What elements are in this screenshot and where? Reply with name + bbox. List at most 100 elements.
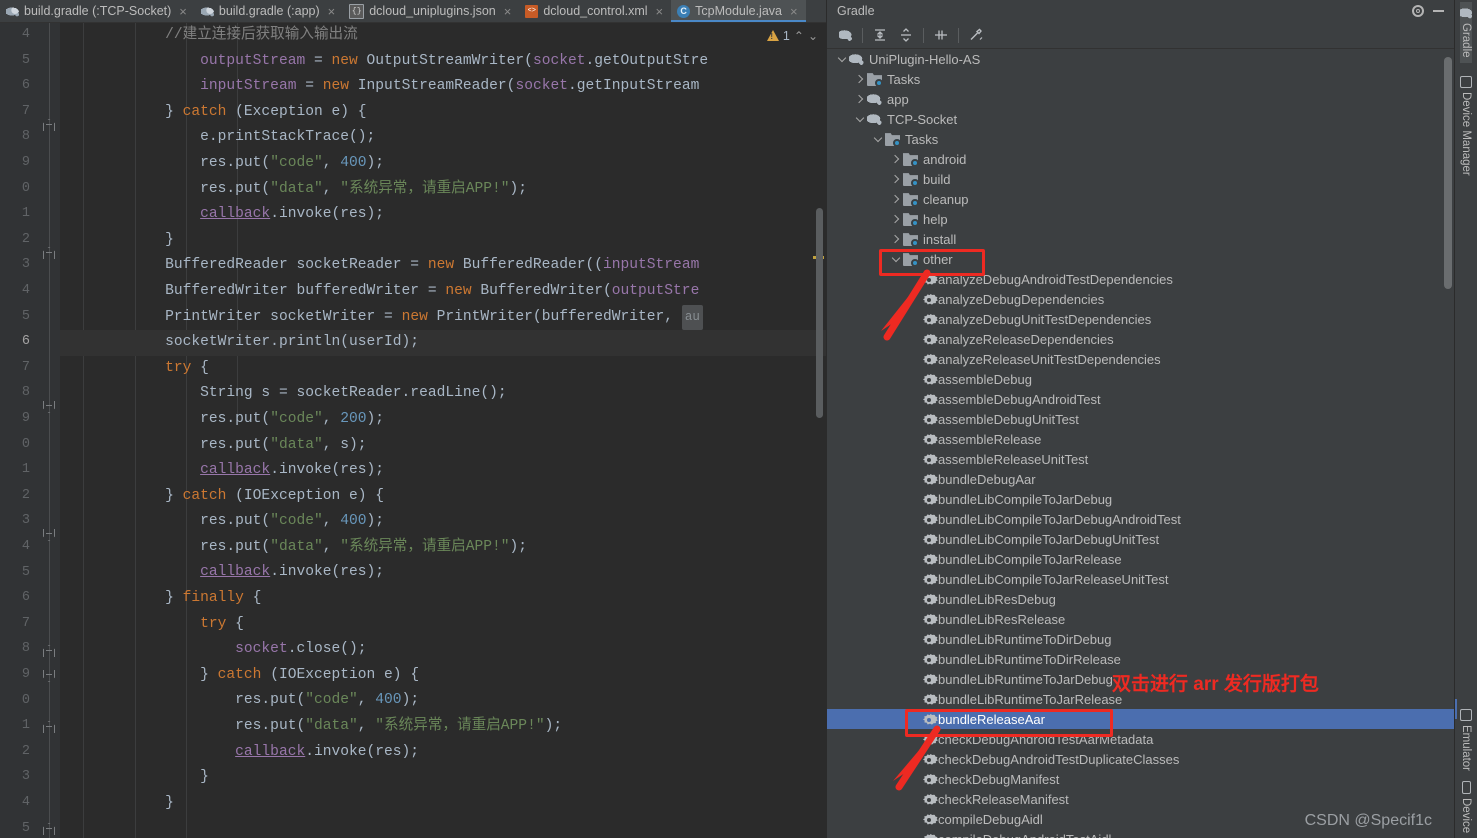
- gradle-tree-item-assemblerelease[interactable]: assembleRelease: [827, 429, 1454, 449]
- fold-marker[interactable]: [43, 823, 56, 836]
- chevron-right-icon[interactable]: [889, 236, 903, 242]
- previous-problem-icon[interactable]: ⌃: [794, 29, 804, 43]
- tool-tab-emulator[interactable]: Emulator: [1460, 704, 1472, 776]
- chevron-right-icon[interactable]: [853, 96, 867, 102]
- code-line: }: [165, 794, 174, 811]
- chevron-right-icon[interactable]: [889, 156, 903, 162]
- chevron-down-icon[interactable]: [835, 58, 849, 61]
- code-area[interactable]: //建立连接后获取输入输出流 outputStream = new Output…: [60, 23, 826, 838]
- gradle-tree-item-other[interactable]: other: [827, 249, 1454, 269]
- gradle-tree-item-checkreleasemanifest[interactable]: checkReleaseManifest: [827, 789, 1454, 809]
- gradle-tree-item-bundlelibruntimetodirrelease[interactable]: bundleLibRuntimeToDirRelease: [827, 649, 1454, 669]
- gradle-tree-item-analyzedebugunittestdependencies[interactable]: analyzeDebugUnitTestDependencies: [827, 309, 1454, 329]
- tool-tab-device-manager[interactable]: Device Manager: [1460, 71, 1472, 181]
- close-icon[interactable]: ×: [504, 4, 512, 19]
- gradle-tree-item-analyzereleasedependencies[interactable]: analyzeReleaseDependencies: [827, 329, 1454, 349]
- gradle-tree-item-analyzedebugandroidtestdependencies[interactable]: analyzeDebugAndroidTestDependencies: [827, 269, 1454, 289]
- gradle-tree-item-android[interactable]: android: [827, 149, 1454, 169]
- gradle-tree-item-bundlelibcompiletojardebugunittest[interactable]: bundleLibCompileToJarDebugUnitTest: [827, 529, 1454, 549]
- gradle-tree-item-bundlereleaseaar[interactable]: bundleReleaseAar: [827, 709, 1454, 729]
- build-tool-settings-button[interactable]: [964, 24, 988, 46]
- gradle-tree-item-tasks[interactable]: Tasks: [827, 69, 1454, 89]
- editor-scrollbar[interactable]: [816, 208, 823, 418]
- gradle-tree-item-tasks[interactable]: Tasks: [827, 129, 1454, 149]
- line-number: 1: [21, 718, 30, 734]
- gradle-tree-item-analyzereleaseunittestdependencies[interactable]: analyzeReleaseUnitTestDependencies: [827, 349, 1454, 369]
- inspection-widget[interactable]: 1 ⌃ ⌄: [758, 23, 826, 48]
- minimize-icon[interactable]: [1428, 2, 1448, 20]
- gradle-tree-item-checkdebugmanifest[interactable]: checkDebugManifest: [827, 769, 1454, 789]
- gradle-tree-item-label: checkDebugManifest: [938, 771, 1060, 787]
- gradle-tree-item-bundlelibcompiletojardebug[interactable]: bundleLibCompileToJarDebug: [827, 489, 1454, 509]
- gradle-tree-item-label: assembleRelease: [938, 431, 1042, 447]
- chevron-right-icon[interactable]: [853, 76, 867, 82]
- gradle-tree-item-bundlelibcompiletojarrelease[interactable]: bundleLibCompileToJarRelease: [827, 549, 1454, 569]
- gradle-tree-item-label: bundleLibRuntimeToJarDebug: [938, 671, 1113, 687]
- gradle-tree-item-assembledebugunittest[interactable]: assembleDebugUnitTest: [827, 409, 1454, 429]
- line-number: 2: [21, 743, 30, 759]
- gradle-tree-item-bundlelibcompiletojarreleaseunittest[interactable]: bundleLibCompileToJarReleaseUnitTest: [827, 569, 1454, 589]
- expand-all-button[interactable]: [868, 24, 892, 46]
- gradle-tree-item-bundledebugaar[interactable]: bundleDebugAar: [827, 469, 1454, 489]
- gradle-tree-item-build[interactable]: build: [827, 169, 1454, 189]
- gradle-task-tree[interactable]: UniPlugin-Hello-AS Tasks app TCP-Socket Task…: [827, 49, 1454, 838]
- execute-gradle-task-button[interactable]: [833, 24, 857, 46]
- editor-tab-3[interactable]: dcloud_control.xml ×: [519, 0, 671, 22]
- gradle-tree-item-assembledebugandroidtest[interactable]: assembleDebugAndroidTest: [827, 389, 1454, 409]
- editor-tab-2[interactable]: dcloud_uniplugins.json ×: [343, 0, 519, 22]
- gradle-tree-item-install[interactable]: install: [827, 229, 1454, 249]
- gradle-tree-item-label: analyzeDebugAndroidTestDependencies: [938, 271, 1173, 287]
- gradle-tree-item-uniplugin-hello-as[interactable]: UniPlugin-Hello-AS: [827, 49, 1454, 69]
- toggle-offline-mode-button[interactable]: [929, 24, 953, 46]
- chevron-right-icon[interactable]: [889, 196, 903, 202]
- close-icon[interactable]: ×: [328, 4, 336, 19]
- close-icon[interactable]: ×: [790, 4, 798, 19]
- gradle-tree-item-analyzedebugdependencies[interactable]: analyzeDebugDependencies: [827, 289, 1454, 309]
- gradle-tree-item-label: checkDebugAndroidTestDuplicateClasses: [938, 751, 1180, 767]
- gradle-task-icon: [923, 334, 938, 345]
- gradle-tree-item-bundlelibresrelease[interactable]: bundleLibResRelease: [827, 609, 1454, 629]
- chevron-right-icon[interactable]: [889, 176, 903, 182]
- gradle-tree-item-label: Tasks: [887, 71, 921, 87]
- editor-gutter[interactable]: 4 5 6 7 8 9 0 1 2 3 4 5 6 7 8 9 0 1 2 3 4 5 6 7 8 9 0 1 2 3 4 5: [0, 23, 60, 838]
- gradle-tree-item-tcp-socket[interactable]: TCP-Socket: [827, 109, 1454, 129]
- fold-marker[interactable]: [43, 247, 56, 260]
- fold-marker[interactable]: [43, 529, 56, 542]
- gradle-tree-item-cleanup[interactable]: cleanup: [827, 189, 1454, 209]
- fold-marker[interactable]: [43, 721, 56, 734]
- tool-tab-gradle[interactable]: Gradle: [1460, 2, 1472, 63]
- gradle-tree-item-assembledebug[interactable]: assembleDebug: [827, 369, 1454, 389]
- gradle-task-icon: [923, 714, 938, 725]
- fold-marker[interactable]: [43, 119, 56, 132]
- editor-tab-4[interactable]: TcpModule.java ×: [671, 0, 807, 22]
- editor-tab-label: dcloud_control.xml: [543, 4, 648, 18]
- tool-tab-device[interactable]: Device: [1460, 776, 1472, 838]
- gradle-tree-scrollbar[interactable]: [1444, 57, 1452, 289]
- gradle-tree-item-bundlelibcompiletojardebugandroidtest[interactable]: bundleLibCompileToJarDebugAndroidTest: [827, 509, 1454, 529]
- annotation-text: 双击进行 arr 发行版打包: [1112, 674, 1319, 695]
- gradle-tree-item-app[interactable]: app: [827, 89, 1454, 109]
- gradle-tree-item-compiledebugandroidtestaidl[interactable]: compileDebugAndroidTestAidl: [827, 829, 1454, 838]
- collapse-all-button[interactable]: [894, 24, 918, 46]
- gradle-tree-item-bundlelibresdebug[interactable]: bundleLibResDebug: [827, 589, 1454, 609]
- gear-icon[interactable]: [1408, 2, 1428, 20]
- close-icon[interactable]: ×: [656, 4, 664, 19]
- gradle-tree-item-checkdebugandroidtestaarmetadata[interactable]: checkDebugAndroidTestAarMetadata: [827, 729, 1454, 749]
- fold-marker[interactable]: [43, 670, 56, 683]
- chevron-down-icon[interactable]: [889, 258, 903, 261]
- editor-tab-0[interactable]: build.gradle (:TCP-Socket) ×: [0, 0, 195, 22]
- gradle-tree-item-assemblereleaseunittest[interactable]: assembleReleaseUnitTest: [827, 449, 1454, 469]
- fold-marker[interactable]: [43, 401, 56, 414]
- gradle-tree-item-checkdebugandroidtestduplicateclasses[interactable]: checkDebugAndroidTestDuplicateClasses: [827, 749, 1454, 769]
- gradle-tree-item-help[interactable]: help: [827, 209, 1454, 229]
- editor-tab-1[interactable]: build.gradle (:app) ×: [195, 0, 343, 22]
- next-problem-icon[interactable]: ⌄: [808, 29, 818, 43]
- chevron-down-icon[interactable]: [853, 118, 867, 121]
- fold-marker[interactable]: [43, 645, 56, 658]
- gradle-tree-item-label: analyzeDebugDependencies: [938, 291, 1105, 307]
- gradle-tree-item-bundlelibruntimetodirdebug[interactable]: bundleLibRuntimeToDirDebug: [827, 629, 1454, 649]
- gradle-tree-item-label: Tasks: [905, 131, 939, 147]
- chevron-right-icon[interactable]: [889, 216, 903, 222]
- chevron-down-icon[interactable]: [871, 138, 885, 141]
- close-icon[interactable]: ×: [179, 4, 187, 19]
